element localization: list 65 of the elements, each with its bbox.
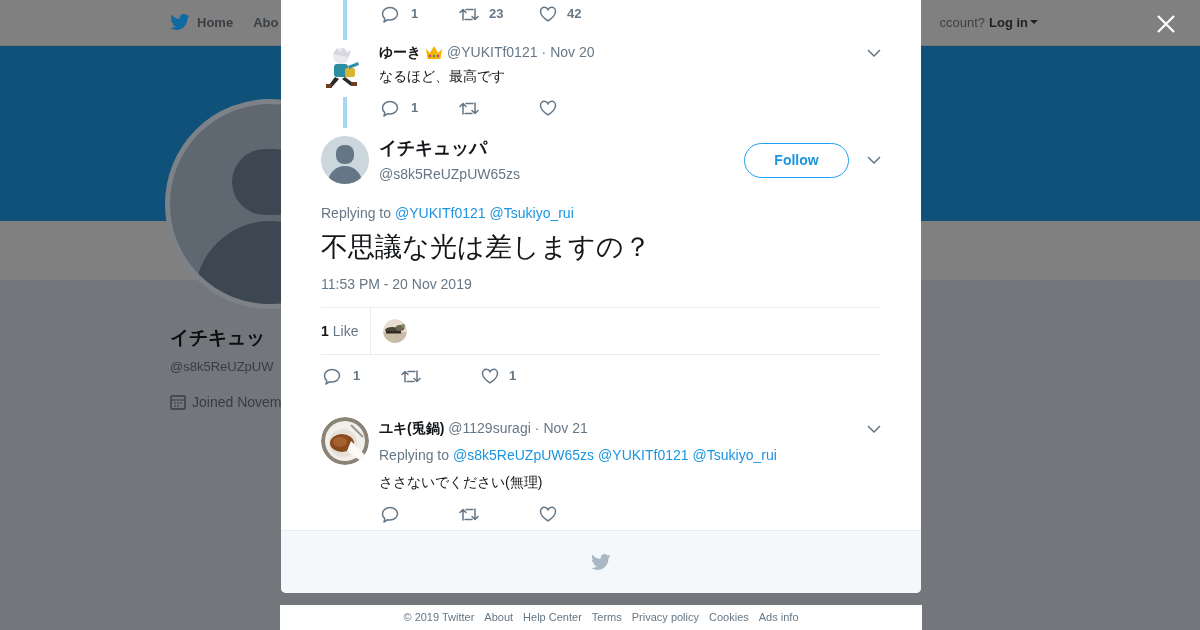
separator-dot: ·: [534, 419, 540, 438]
replying-to-label: Replying to: [321, 204, 392, 223]
replying-to-label: Replying to: [379, 446, 450, 465]
tweet-text: 不思議な光は差しますの？: [321, 231, 652, 264]
mention-link[interactable]: @YUKITf0121: [598, 445, 689, 466]
chevron-down-icon[interactable]: [867, 156, 881, 164]
footer-link[interactable]: Terms: [591, 609, 622, 626]
tweet-text: なるほど、最高です: [379, 67, 506, 86]
retweet-icon[interactable]: [401, 368, 421, 384]
calendar-icon: [170, 394, 186, 410]
footer-link[interactable]: Ads info: [758, 609, 799, 626]
reply-icon[interactable]: [323, 367, 341, 385]
tweet-date[interactable]: Nov 21: [543, 418, 588, 439]
retweet-icon[interactable]: [459, 506, 479, 522]
likes-label: Like: [332, 321, 359, 341]
caret-icon: [1030, 20, 1038, 25]
profile-handle: @s8k5ReUZpUW: [170, 358, 274, 376]
bird-icon: [591, 553, 611, 571]
footer-link[interactable]: © 2019 Twitter: [403, 609, 475, 626]
heart-icon[interactable]: [539, 100, 557, 116]
retweet-icon[interactable]: [459, 100, 479, 116]
retweet-icon[interactable]: [459, 6, 479, 22]
account-prompt: ccount?: [939, 13, 985, 32]
reply-count: 1: [411, 5, 419, 24]
reply-count: 1: [353, 367, 361, 386]
footer-link[interactable]: Privacy policy: [631, 609, 699, 626]
footer-link[interactable]: About: [484, 609, 514, 626]
author-handle: @YUKITf0121: [447, 43, 538, 62]
login-button[interactable]: Log in: [989, 12, 1038, 33]
nav-link[interactable]: Abo: [253, 12, 279, 33]
tweet-text: ささないでください(無理): [379, 473, 544, 492]
author-handle: @1129suragi: [448, 419, 531, 438]
reply-icon[interactable]: [381, 5, 399, 23]
like-count: 1: [509, 367, 517, 386]
separator-dot: ·: [541, 43, 547, 62]
nav-link[interactable]: Home: [170, 12, 234, 33]
author-name[interactable]: ユキ(兎鍋): [379, 418, 445, 439]
reply-icon[interactable]: [381, 505, 399, 523]
footer-link[interactable]: Cookies: [709, 609, 749, 626]
tweet-date[interactable]: Nov 20: [550, 42, 595, 63]
heart-icon[interactable]: [539, 6, 557, 22]
mention-link[interactable]: @Tsukiyo_rui: [692, 445, 777, 466]
profile-name: イチキュッ: [170, 326, 265, 350]
heart-icon[interactable]: [539, 506, 557, 522]
tweet-timestamp: 11:53 PM - 20 Nov 2019: [321, 275, 473, 294]
like-count: 42: [567, 5, 582, 24]
mention-link[interactable]: @Tsukiyo_rui: [489, 203, 574, 224]
close-icon: [1157, 15, 1175, 33]
retweet-count: 23: [489, 5, 504, 24]
heart-icon[interactable]: [481, 368, 499, 384]
author-name[interactable]: イチキュッパ: [379, 135, 521, 162]
avatar[interactable]: [321, 136, 369, 184]
joined-date: Joined Novem: [192, 392, 282, 412]
mention-link[interactable]: @YUKITf0121: [395, 203, 486, 224]
footer-link[interactable]: Help Center: [523, 609, 582, 626]
bird-icon: [170, 14, 190, 31]
reply-count: 1: [411, 99, 419, 118]
author-handle: @s8k5ReUZpUW65zs: [379, 165, 521, 184]
mention-link[interactable]: @s8k5ReUZpUW65zs: [453, 445, 595, 466]
crown-icon: [425, 45, 443, 60]
author-name[interactable]: ゆーき: [379, 42, 421, 63]
like-count: 1: [321, 321, 329, 341]
reply-icon[interactable]: [381, 99, 399, 117]
chevron-down-icon[interactable]: [867, 424, 881, 433]
chevron-down-icon[interactable]: [867, 48, 881, 57]
